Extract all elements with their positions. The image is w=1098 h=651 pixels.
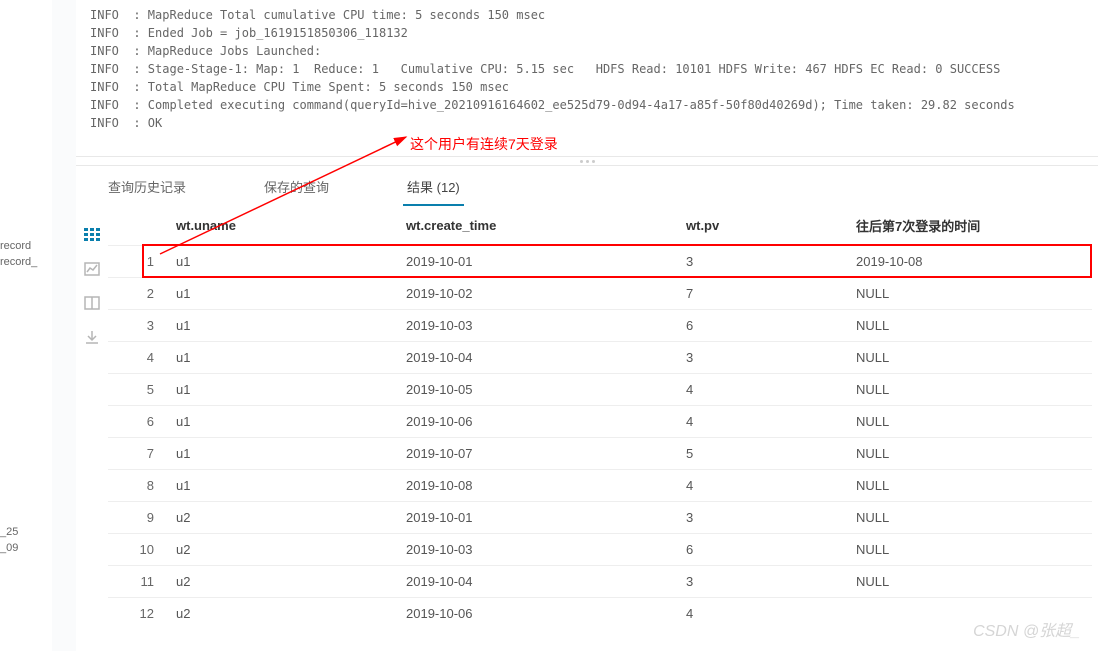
table-row[interactable]: 10u22019-10-036NULL bbox=[108, 534, 1092, 566]
table-row[interactable]: 8u12019-10-084NULL bbox=[108, 470, 1092, 502]
row-number: 4 bbox=[108, 342, 168, 374]
cell-uname: u2 bbox=[168, 566, 398, 598]
row-number: 3 bbox=[108, 310, 168, 342]
cell-pv: 5 bbox=[678, 438, 848, 470]
table-row[interactable]: 4u12019-10-043NULL bbox=[108, 342, 1092, 374]
cell-pv: 7 bbox=[678, 278, 848, 310]
cell-seventh: NULL bbox=[848, 406, 1092, 438]
cell-pv: 4 bbox=[678, 470, 848, 502]
cell-seventh: NULL bbox=[848, 342, 1092, 374]
results-table: wt.uname wt.create_time wt.pv 往后第7次登录的时间… bbox=[108, 206, 1092, 629]
row-number: 7 bbox=[108, 438, 168, 470]
cell-uname: u1 bbox=[168, 310, 398, 342]
cell-ctime: 2019-10-06 bbox=[398, 406, 678, 438]
table-row[interactable]: 1u12019-10-0132019-10-08 bbox=[108, 246, 1092, 278]
cell-pv: 6 bbox=[678, 534, 848, 566]
cell-seventh: NULL bbox=[848, 310, 1092, 342]
watermark: CSDN @张超_ bbox=[973, 617, 1080, 641]
chart-icon[interactable] bbox=[84, 262, 100, 276]
table-row[interactable]: 2u12019-10-027NULL bbox=[108, 278, 1092, 310]
cell-pv: 3 bbox=[678, 502, 848, 534]
cell-pv: 4 bbox=[678, 406, 848, 438]
table-header-row: wt.uname wt.create_time wt.pv 往后第7次登录的时间 bbox=[108, 206, 1092, 246]
table-row[interactable]: 6u12019-10-064NULL bbox=[108, 406, 1092, 438]
cell-uname: u2 bbox=[168, 502, 398, 534]
col-uname[interactable]: wt.uname bbox=[168, 206, 398, 246]
row-number: 2 bbox=[108, 278, 168, 310]
row-number: 12 bbox=[108, 598, 168, 630]
row-number: 1 bbox=[108, 246, 168, 278]
cell-seventh: NULL bbox=[848, 470, 1092, 502]
cell-ctime: 2019-10-06 bbox=[398, 598, 678, 630]
cell-ctime: 2019-10-04 bbox=[398, 566, 678, 598]
row-number: 5 bbox=[108, 374, 168, 406]
cell-ctime: 2019-10-07 bbox=[398, 438, 678, 470]
table-row[interactable]: 12u22019-10-064 bbox=[108, 598, 1092, 630]
table-row[interactable]: 5u12019-10-054NULL bbox=[108, 374, 1092, 406]
tab-results[interactable]: 结果 (12) bbox=[403, 167, 464, 206]
cell-uname: u1 bbox=[168, 470, 398, 502]
cell-uname: u2 bbox=[168, 598, 398, 630]
grid-icon[interactable] bbox=[84, 228, 100, 242]
col-pv[interactable]: wt.pv bbox=[678, 206, 848, 246]
row-number: 8 bbox=[108, 470, 168, 502]
cell-ctime: 2019-10-01 bbox=[398, 246, 678, 278]
table-row[interactable]: 11u22019-10-043NULL bbox=[108, 566, 1092, 598]
tab-saved[interactable]: 保存的查询 bbox=[260, 167, 333, 206]
left-tree-fragment: record record_ _25 _09 bbox=[0, 0, 52, 651]
cell-ctime: 2019-10-05 bbox=[398, 374, 678, 406]
table-row[interactable]: 3u12019-10-036NULL bbox=[108, 310, 1092, 342]
col-ctime[interactable]: wt.create_time bbox=[398, 206, 678, 246]
annotation-text: 这个用户有连续7天登录 bbox=[410, 134, 558, 154]
columns-icon[interactable] bbox=[84, 296, 100, 310]
cell-seventh: NULL bbox=[848, 502, 1092, 534]
cell-pv: 4 bbox=[678, 374, 848, 406]
cell-uname: u1 bbox=[168, 374, 398, 406]
cell-pv: 3 bbox=[678, 246, 848, 278]
cell-ctime: 2019-10-03 bbox=[398, 310, 678, 342]
cell-pv: 6 bbox=[678, 310, 848, 342]
tab-history[interactable]: 查询历史记录 bbox=[104, 167, 190, 206]
cell-uname: u1 bbox=[168, 246, 398, 278]
cell-ctime: 2019-10-04 bbox=[398, 342, 678, 374]
panel-splitter[interactable] bbox=[76, 156, 1098, 166]
cell-seventh: NULL bbox=[848, 278, 1092, 310]
cell-ctime: 2019-10-03 bbox=[398, 534, 678, 566]
cell-uname: u1 bbox=[168, 278, 398, 310]
cell-pv: 3 bbox=[678, 566, 848, 598]
row-number: 6 bbox=[108, 406, 168, 438]
row-number: 10 bbox=[108, 534, 168, 566]
cell-seventh: NULL bbox=[848, 534, 1092, 566]
cell-ctime: 2019-10-08 bbox=[398, 470, 678, 502]
cell-uname: u2 bbox=[168, 534, 398, 566]
result-tabs: 查询历史记录 保存的查询 结果 (12) bbox=[76, 166, 1098, 206]
log-output: INFO : MapReduce Total cumulative CPU ti… bbox=[76, 0, 1098, 156]
cell-uname: u1 bbox=[168, 342, 398, 374]
cell-uname: u1 bbox=[168, 406, 398, 438]
cell-seventh: NULL bbox=[848, 438, 1092, 470]
cell-seventh: NULL bbox=[848, 374, 1092, 406]
row-number: 9 bbox=[108, 502, 168, 534]
cell-pv: 3 bbox=[678, 342, 848, 374]
cell-ctime: 2019-10-02 bbox=[398, 278, 678, 310]
download-icon[interactable] bbox=[84, 330, 100, 344]
row-number: 11 bbox=[108, 566, 168, 598]
cell-pv: 4 bbox=[678, 598, 848, 630]
result-view-icons bbox=[76, 206, 108, 616]
cell-ctime: 2019-10-01 bbox=[398, 502, 678, 534]
cell-seventh: 2019-10-08 bbox=[848, 246, 1092, 278]
cell-uname: u1 bbox=[168, 438, 398, 470]
cell-seventh: NULL bbox=[848, 566, 1092, 598]
table-row[interactable]: 7u12019-10-075NULL bbox=[108, 438, 1092, 470]
col-seventh[interactable]: 往后第7次登录的时间 bbox=[848, 206, 1092, 246]
table-row[interactable]: 9u22019-10-013NULL bbox=[108, 502, 1092, 534]
